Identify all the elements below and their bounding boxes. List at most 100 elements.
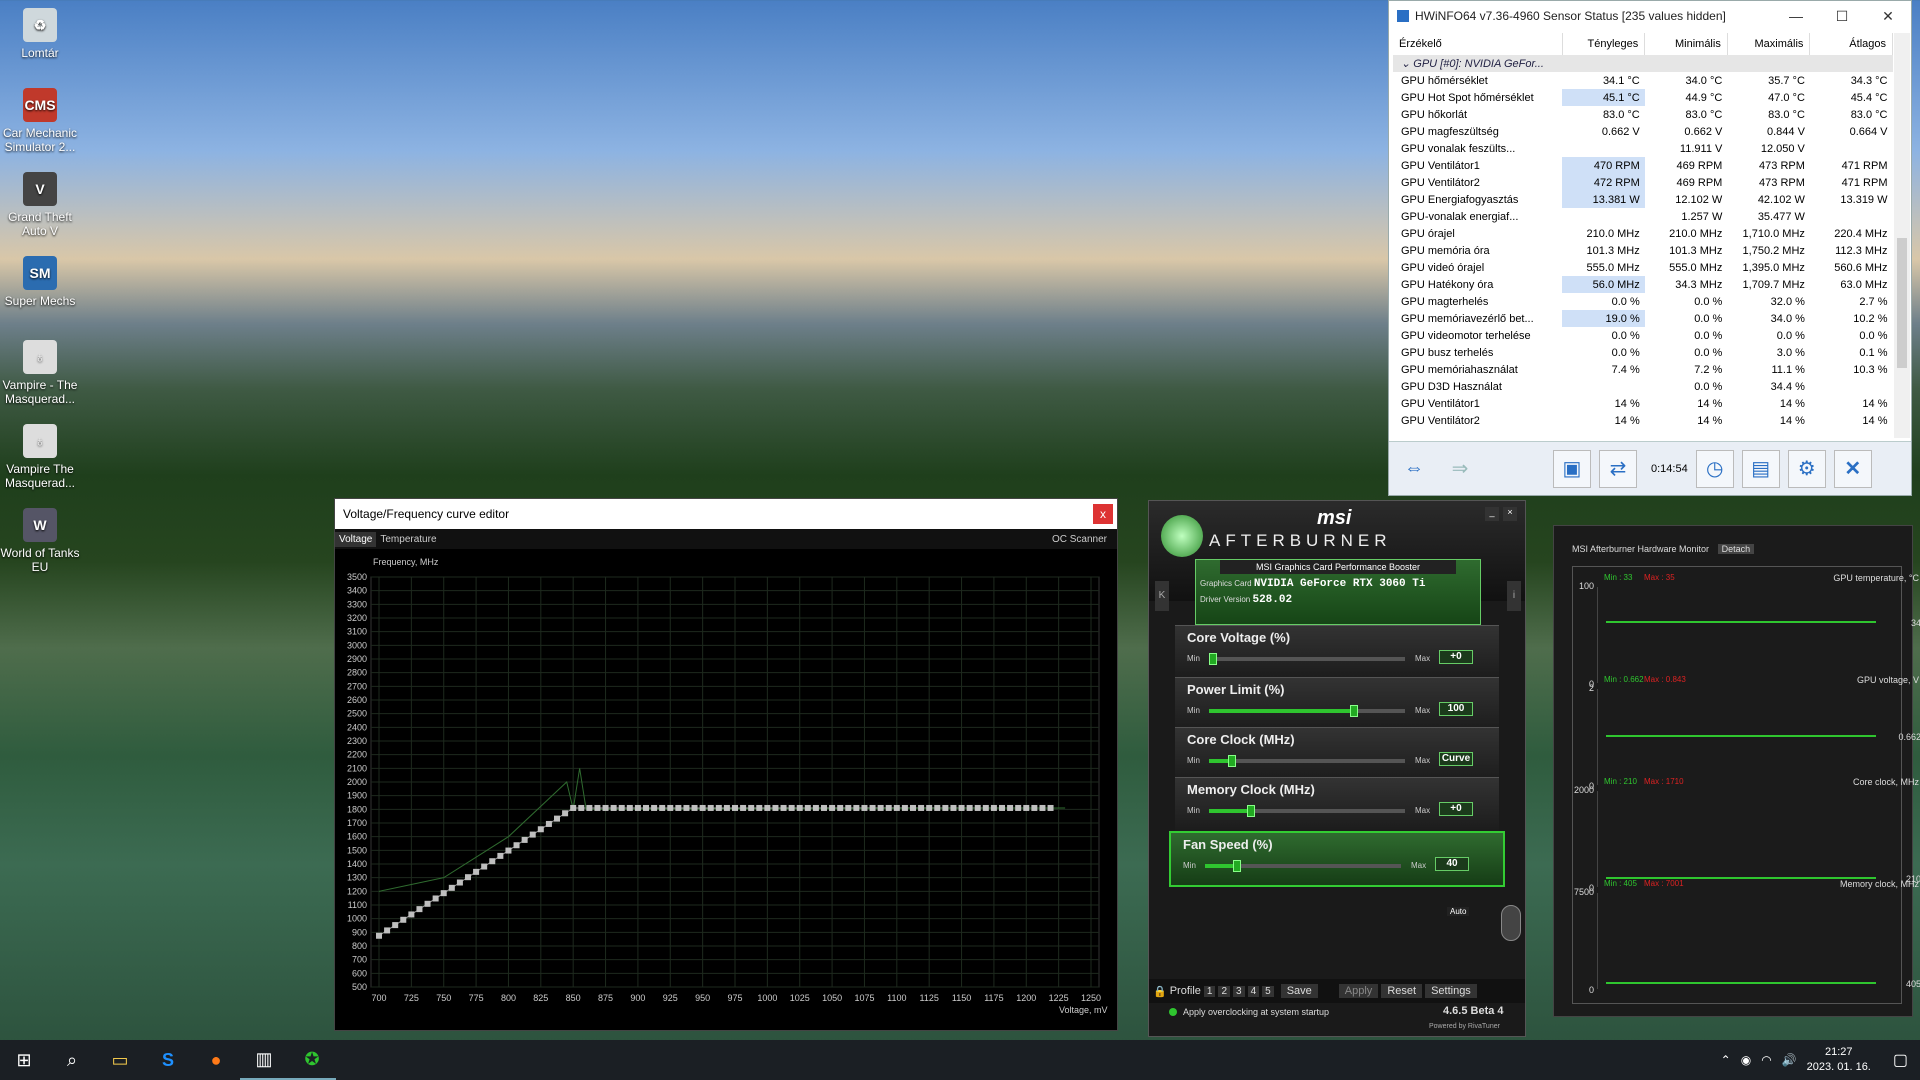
vf-curve-point[interactable] xyxy=(732,804,738,811)
maximize-button[interactable]: ☐ xyxy=(1819,8,1865,25)
notification-icon[interactable]: ▢ xyxy=(1893,1050,1908,1070)
table-row[interactable]: GPU videó órajel 555.0 MHz 555.0 MHz 1,395.… xyxy=(1393,259,1893,276)
tab-voltage[interactable]: Voltage xyxy=(335,531,377,547)
oc-scanner-button[interactable]: OC Scanner xyxy=(1048,532,1111,547)
vf-curve-point[interactable] xyxy=(804,804,811,811)
desktop-icon[interactable]: ♁ Vampire The Masquerad... xyxy=(0,424,80,490)
profile-slot[interactable]: 2 xyxy=(1218,985,1231,997)
table-row[interactable]: GPU órajel 210.0 MHz 210.0 MHz 1,710.0 MHz 2… xyxy=(1393,225,1893,242)
vf-curve-point[interactable] xyxy=(465,874,471,881)
vf-curve-point[interactable] xyxy=(537,826,544,833)
hwinfo-taskbar-icon[interactable]: ▥ xyxy=(240,1040,288,1080)
vf-curve-point[interactable] xyxy=(659,804,666,811)
vf-curve-point[interactable] xyxy=(408,911,415,918)
search-icon[interactable]: ⌕ xyxy=(48,1040,96,1080)
table-row[interactable]: GPU memóriahasználat 7.4 % 7.2 % 11.1 % 10.3… xyxy=(1393,361,1893,378)
vf-curve-point[interactable] xyxy=(570,804,577,811)
vf-curve-point[interactable] xyxy=(756,804,763,811)
vf-curve-point[interactable] xyxy=(999,804,1005,811)
vf-curve-point[interactable] xyxy=(1039,804,1046,811)
settings-gear-icon[interactable]: ⚙ xyxy=(1787,449,1826,488)
clock[interactable]: 21:27 2023. 01. 16. xyxy=(1807,1045,1871,1075)
close-button[interactable]: × xyxy=(1503,507,1517,521)
vf-curve-point[interactable] xyxy=(416,906,423,913)
vf-curve-point[interactable] xyxy=(545,820,552,827)
column-header-max[interactable]: Maximális xyxy=(1727,33,1811,55)
table-row[interactable]: GPU Energiafogyasztás 13.381 W 12.102 W 42.… xyxy=(1393,191,1893,208)
settings-button[interactable]: Settings xyxy=(1425,984,1477,998)
column-header-current[interactable]: Tényleges xyxy=(1562,33,1646,55)
vf-curve-point[interactable] xyxy=(691,804,698,811)
vf-curve-point[interactable] xyxy=(877,804,884,811)
vf-curve-point[interactable] xyxy=(618,804,625,811)
vf-curve-point[interactable] xyxy=(780,804,787,811)
vf-close-button[interactable]: x xyxy=(1093,504,1113,524)
slider-track[interactable] xyxy=(1209,805,1405,817)
profile-slot[interactable]: 4 xyxy=(1247,985,1260,997)
clock-icon[interactable]: ◷ xyxy=(1695,449,1734,488)
vf-curve-point[interactable] xyxy=(384,927,391,934)
startup-indicator-icon[interactable] xyxy=(1169,1008,1177,1016)
vf-curve-point[interactable] xyxy=(982,804,989,811)
minimize-button[interactable]: — xyxy=(1773,8,1819,25)
table-row[interactable]: GPU Ventilátor2 14 % 14 % 14 % 14 % xyxy=(1393,412,1893,429)
vf-curve-point[interactable] xyxy=(901,804,908,811)
fan-auto-button[interactable]: Auto xyxy=(1447,907,1470,916)
vf-curve-point[interactable] xyxy=(942,804,949,811)
vf-curve-point[interactable] xyxy=(764,804,771,811)
vf-curve-point[interactable] xyxy=(456,879,463,886)
slider-value[interactable]: Curve xyxy=(1439,752,1473,766)
reset-button[interactable]: Reset xyxy=(1381,984,1423,998)
scroll-thumb[interactable] xyxy=(1897,238,1907,368)
monitor-graph[interactable]: 100 0 Min : 33 Max : 35 GPU temperature, °C 3… xyxy=(1579,573,1920,689)
table-row[interactable]: GPU hőkorlát 83.0 °C 83.0 °C 83.0 °C 83.0 °C xyxy=(1393,106,1893,123)
minimize-button[interactable]: _ xyxy=(1485,507,1499,521)
vf-curve-point[interactable] xyxy=(723,804,730,811)
table-row[interactable]: GPU D3D Használat 0.0 % 34.4 % xyxy=(1393,378,1893,395)
log-file-icon[interactable]: ▤ xyxy=(1741,449,1780,488)
slider-handle[interactable] xyxy=(1350,705,1358,717)
vf-curve-point[interactable] xyxy=(448,884,455,891)
vf-curve-point[interactable] xyxy=(554,815,560,822)
table-row[interactable]: GPU Ventilátor1 14 % 14 % 14 % 14 % xyxy=(1393,395,1893,412)
table-row[interactable]: GPU magterhelés 0.0 % 0.0 % 32.0 % 2.7 % xyxy=(1393,293,1893,310)
vf-curve-point[interactable] xyxy=(432,895,439,902)
table-row[interactable]: GPU memóriavezérlő bet... 19.0 % 0.0 % 34.0… xyxy=(1393,310,1893,327)
monitor-icon[interactable]: ▣ xyxy=(1553,449,1591,488)
hwinfo-titlebar[interactable]: HWiNFO64 v7.36-4960 Sensor Status [235 v… xyxy=(1389,1,1911,31)
apply-button[interactable]: Apply xyxy=(1338,984,1379,998)
table-row[interactable]: GPU Hatékony óra 56.0 MHz 34.3 MHz 1,709.7 … xyxy=(1393,276,1893,293)
detach-button[interactable]: Detach xyxy=(1717,544,1755,554)
vf-curve-point[interactable] xyxy=(481,863,488,870)
table-row[interactable]: GPU Ventilátor1 470 RPM 469 RPM 473 RPM 471 … xyxy=(1393,157,1893,174)
vf-curve-point[interactable] xyxy=(643,804,649,811)
vf-curve-point[interactable] xyxy=(562,810,569,817)
vf-curve-point[interactable] xyxy=(715,804,722,811)
vf-curve-point[interactable] xyxy=(505,847,512,854)
vf-curve-point[interactable] xyxy=(990,804,997,811)
column-header-sensor[interactable]: Érzékelő xyxy=(1393,33,1563,55)
info-button[interactable]: i xyxy=(1507,581,1521,611)
vf-curve-point[interactable] xyxy=(651,804,658,811)
vf-curve-point[interactable] xyxy=(885,804,892,811)
slider-value[interactable]: +0 xyxy=(1439,802,1473,816)
tray-chevron-icon[interactable]: ⌃ xyxy=(1721,1053,1731,1067)
vf-curve-point[interactable] xyxy=(910,804,916,811)
vf-curve-point[interactable] xyxy=(424,900,431,907)
desktop-icon[interactable]: W World of Tanks EU xyxy=(0,508,80,574)
vf-curve-point[interactable] xyxy=(626,804,633,811)
vf-curve-point[interactable] xyxy=(489,858,496,865)
slider-value[interactable]: +0 xyxy=(1439,650,1473,664)
monitor-graph[interactable]: 7500 0 Min : 405 Max : 7001 Memory clock, MH… xyxy=(1574,879,1920,995)
table-row[interactable]: GPU busz terhelés 0.0 % 0.0 % 3.0 % 0.1 % xyxy=(1393,344,1893,361)
vf-curve-point[interactable] xyxy=(788,804,795,811)
vf-curve-point[interactable] xyxy=(772,804,779,811)
table-row[interactable]: GPU vonalak feszülts... 11.911 V 12.050 V xyxy=(1393,140,1893,157)
vf-curve-point[interactable] xyxy=(796,804,803,811)
monitor-graph[interactable]: 2000 0 Min : 210 Max : 1710 Core clock, MHz 2… xyxy=(1574,777,1920,893)
wifi-icon[interactable]: ◠ xyxy=(1761,1053,1771,1067)
close-x-icon[interactable]: ✕ xyxy=(1833,449,1872,488)
user-define-icon[interactable] xyxy=(1501,905,1521,941)
vf-curve-point[interactable] xyxy=(683,804,690,811)
vf-curve-point[interactable] xyxy=(400,916,407,923)
